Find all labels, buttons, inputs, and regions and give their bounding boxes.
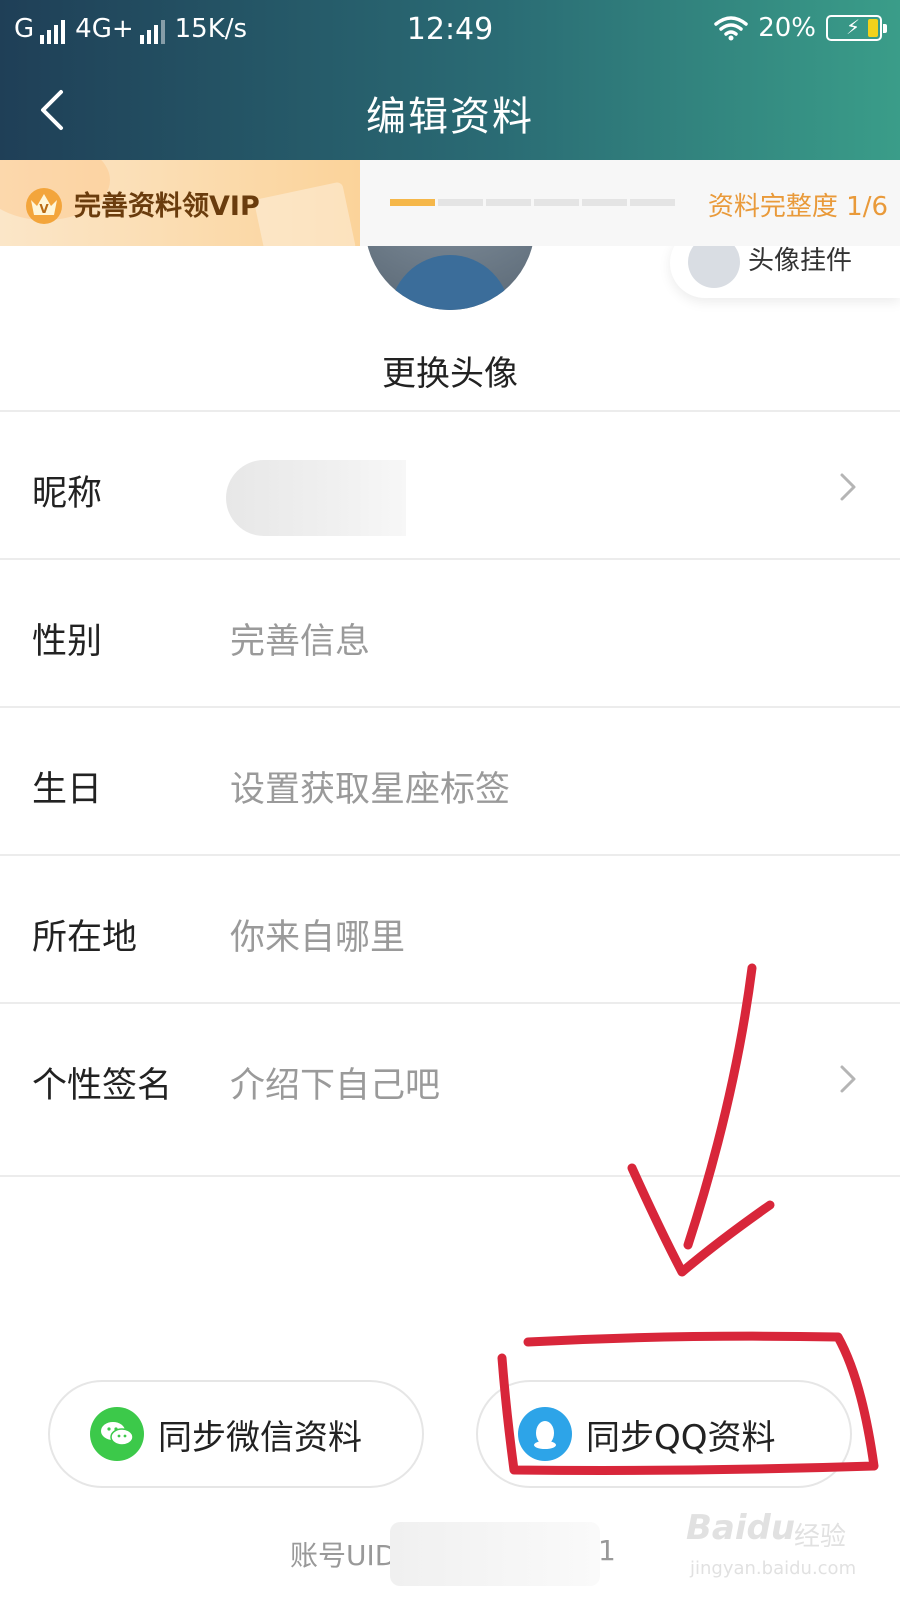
divider xyxy=(0,1175,900,1177)
nickname-redacted xyxy=(226,460,406,536)
progress-segment xyxy=(390,199,435,206)
progress-segment xyxy=(534,199,579,206)
chevron-right-icon xyxy=(840,473,856,501)
status-right: 20% ⚡ xyxy=(714,13,887,43)
change-avatar-button[interactable]: 更换头像 xyxy=(0,346,900,395)
svg-text:V: V xyxy=(39,202,49,216)
avatar-figure xyxy=(390,255,510,310)
watermark-brand: Baidu xyxy=(686,1508,796,1548)
row-label: 所在地 xyxy=(32,918,138,958)
progress-segment xyxy=(630,199,675,206)
annotation-arrowhead xyxy=(627,1163,775,1277)
vip-promo[interactable]: V 完善资料领VIP xyxy=(0,160,360,246)
progress-segment xyxy=(486,199,531,206)
crown-icon: V xyxy=(26,188,62,224)
row-gender[interactable]: 性别 完善信息 xyxy=(0,558,900,708)
row-label: 性别 xyxy=(32,622,103,662)
sync-wechat-button[interactable]: 同步微信资料 xyxy=(48,1380,424,1488)
row-signature[interactable]: 个性签名 介绍下自己吧 xyxy=(0,1002,900,1152)
row-nickname[interactable]: 昵称 xyxy=(0,410,900,560)
row-value: 完善信息 xyxy=(230,622,371,662)
battery-percent: 20% xyxy=(758,13,816,43)
row-label: 昵称 xyxy=(32,474,103,514)
qq-penguin-icon xyxy=(518,1407,572,1461)
row-value: 设置获取星座标签 xyxy=(230,770,511,810)
wifi-icon xyxy=(714,16,748,41)
sync-qq-label: 同步QQ资料 xyxy=(586,1417,776,1458)
progress-segment xyxy=(582,199,627,206)
charging-bolt-icon: ⚡ xyxy=(846,15,861,39)
vip-card-decoration xyxy=(253,181,357,246)
row-label: 个性签名 xyxy=(32,1066,173,1106)
sync-wechat-label: 同步微信资料 xyxy=(158,1417,362,1458)
row-label: 生日 xyxy=(32,770,103,810)
battery-fill xyxy=(868,19,878,37)
uid-tail: 1 xyxy=(598,1534,616,1567)
row-birthday[interactable]: 生日 设置获取星座标签 xyxy=(0,706,900,856)
vip-banner[interactable]: V 完善资料领VIP 资料完整度 1/6 xyxy=(0,160,900,246)
row-location[interactable]: 所在地 你来自哪里 xyxy=(0,854,900,1004)
uid-label: 账号UID xyxy=(290,1539,397,1572)
status-bar: G 4G+ 15K/s 12:49 20% ⚡ xyxy=(0,0,900,60)
watermark-url: jingyan.baidu.com xyxy=(690,1558,857,1579)
row-value: 介绍下自己吧 xyxy=(230,1066,441,1106)
chevron-right-icon xyxy=(840,1065,856,1093)
wechat-icon xyxy=(90,1407,144,1461)
uid-redacted xyxy=(390,1522,600,1586)
completeness-progress xyxy=(390,199,675,206)
progress-segment xyxy=(438,199,483,206)
page-title: 编辑资料 xyxy=(366,94,534,140)
header-bar: 编辑资料 xyxy=(0,60,900,160)
battery-icon: ⚡ xyxy=(826,15,887,41)
watermark-cn: 经验 xyxy=(794,1522,847,1552)
baidu-jingyan-watermark: Baidu 经验 jingyan.baidu.com xyxy=(686,1508,856,1588)
row-value: 你来自哪里 xyxy=(230,918,406,958)
vip-promo-text: 完善资料领VIP xyxy=(74,191,260,222)
completeness-label: 资料完整度 1/6 xyxy=(707,192,888,222)
sync-qq-button[interactable]: 同步QQ资料 xyxy=(476,1380,852,1488)
